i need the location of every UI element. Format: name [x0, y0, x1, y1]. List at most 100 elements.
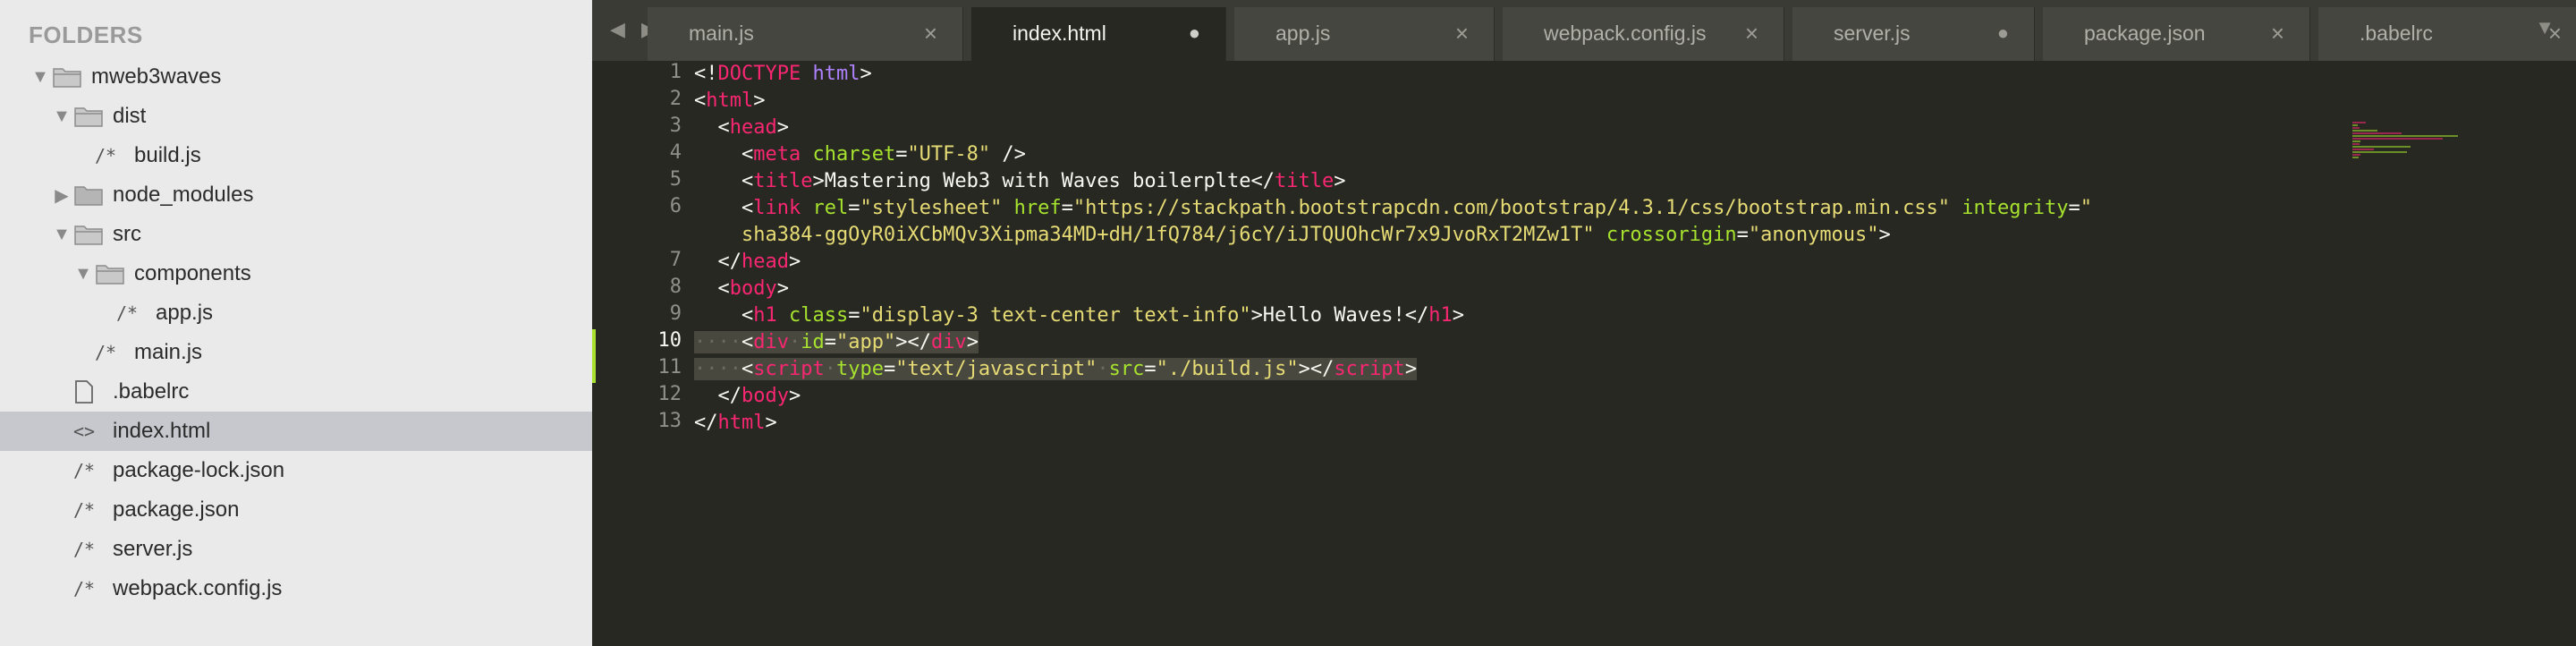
- tab-label: webpack.config.js: [1544, 21, 1707, 45]
- disclosure-expanded-icon[interactable]: ▼: [29, 67, 52, 88]
- disclosure-collapsed-icon[interactable]: ▶: [50, 184, 73, 207]
- tab[interactable]: index.html ●: [971, 7, 1226, 61]
- code-token: "display-3 text-center text-info": [860, 304, 1251, 327]
- tab-label: main.js: [689, 21, 754, 45]
- file-tree-item[interactable]: /* package.json: [0, 490, 592, 530]
- js-file-glyph: /*: [116, 302, 139, 324]
- js-file-icon: /*: [95, 340, 129, 365]
- code-token: <: [694, 170, 754, 192]
- minimap[interactable]: [2345, 122, 2488, 175]
- code-line-text: </body>: [694, 385, 801, 407]
- disclosure-expanded-icon[interactable]: ▼: [50, 225, 73, 245]
- code-token: body: [729, 277, 777, 300]
- close-tab-icon[interactable]: ×: [2271, 20, 2284, 47]
- tab-label: app.js: [1275, 21, 1331, 45]
- code-token: meta: [753, 143, 801, 166]
- code-token: ····: [694, 358, 741, 380]
- tab[interactable]: main.js ×: [648, 7, 963, 61]
- file-tree-item[interactable]: ▼ mweb3waves: [0, 57, 592, 97]
- code-line-text: <head>: [694, 116, 789, 139]
- tab[interactable]: server.js ●: [1792, 7, 2035, 61]
- file-tree-item-label: node_modules: [113, 183, 254, 207]
- disclosure-expanded-icon[interactable]: ▼: [72, 264, 95, 285]
- file-tree-item-label: server.js: [113, 537, 193, 561]
- line-number: 7: [669, 249, 682, 271]
- unsaved-dot-icon[interactable]: ●: [1997, 21, 2009, 45]
- minimap-line: [2352, 143, 2360, 145]
- tab[interactable]: app.js ×: [1234, 7, 1495, 61]
- code-line[interactable]: ····<div·id="app"></div>: [694, 329, 979, 356]
- file-tree-item[interactable]: /* app.js: [0, 293, 592, 333]
- sidebar-title: FOLDERS: [29, 21, 143, 48]
- code-line[interactable]: </body>: [694, 383, 801, 410]
- code-line[interactable]: <html>: [694, 88, 765, 115]
- tab-overflow-icon[interactable]: ▼: [2535, 16, 2555, 39]
- close-tab-icon[interactable]: ×: [924, 20, 937, 47]
- sidebar: FOLDERS ▼ mweb3waves ▼ dist /* build.js ▶ node_…: [0, 0, 592, 646]
- code-text[interactable]: <!DOCTYPE html> <html> <head> <meta chars…: [694, 61, 2576, 646]
- code-token: >Mastering Web3 with Waves boilerplte</: [812, 170, 1275, 192]
- code-line[interactable]: <link rel="stylesheet" href="https://sta…: [694, 195, 2092, 222]
- code-token: >: [1334, 170, 1346, 192]
- code-token: >Hello Waves!</: [1250, 304, 1429, 327]
- code-line[interactable]: <head>: [694, 115, 789, 141]
- nav-back-icon[interactable]: ◀: [610, 18, 631, 40]
- code-token: div: [753, 331, 789, 353]
- file-tree-item[interactable]: .babelrc: [0, 372, 592, 412]
- code-token: >: [860, 63, 872, 85]
- code-line[interactable]: </head>: [694, 249, 801, 276]
- js-file-glyph: /*: [73, 578, 96, 599]
- tab-label: index.html: [1013, 21, 1106, 45]
- js-file-icon: /*: [73, 576, 107, 601]
- js-file-icon: /*: [73, 497, 107, 523]
- file-tree-item[interactable]: /* build.js: [0, 136, 592, 175]
- code-token: <: [694, 116, 730, 139]
- code-token: html: [717, 412, 766, 434]
- unsaved-dot-icon[interactable]: ●: [1189, 21, 1200, 45]
- file-tree-item[interactable]: /* webpack.config.js: [0, 569, 592, 608]
- code-token: <!: [694, 63, 718, 85]
- code-line[interactable]: <title>Mastering Web3 with Waves boilerp…: [694, 168, 1346, 195]
- file-tree-item[interactable]: /* package-lock.json: [0, 451, 592, 490]
- code-area[interactable]: 1 2 3 4 5 6 7 8 9 10 11 12 13 <!DOCTYPE html> <html> …: [592, 61, 2576, 646]
- code-token: <: [694, 89, 707, 112]
- code-token: script: [753, 358, 825, 380]
- tab[interactable]: webpack.config.js ×: [1503, 7, 1784, 61]
- code-token: integrity: [1962, 197, 2069, 219]
- close-tab-icon[interactable]: ×: [1455, 20, 1469, 47]
- code-line[interactable]: sha384-ggOyR0iXCbMQv3Xipma34MD+dH/1fQ784…: [694, 222, 1891, 249]
- code-token: ></: [895, 331, 931, 353]
- code-token: href: [1013, 197, 1062, 219]
- file-tree-item[interactable]: ▼ dist: [0, 97, 592, 136]
- editor-pane: ◀ ▶ main.js×index.html●app.js×webpack.co…: [592, 0, 2576, 646]
- file-tree-item-label: src: [113, 222, 141, 246]
- file-tree-item[interactable]: ▼ src: [0, 215, 592, 254]
- file-tree-item-label: components: [134, 261, 251, 285]
- file-tree-item-label: webpack.config.js: [113, 576, 283, 600]
- code-line[interactable]: </html>: [694, 410, 777, 437]
- close-tab-icon[interactable]: ×: [1745, 20, 1758, 47]
- file-tree-item[interactable]: <> index.html: [0, 412, 592, 451]
- file-tree-item[interactable]: /* server.js: [0, 530, 592, 569]
- code-token: h1: [753, 304, 777, 327]
- file-tree-item[interactable]: ▶ node_modules: [0, 175, 592, 215]
- code-token: =: [1144, 358, 1157, 380]
- code-line[interactable]: <body>: [694, 276, 789, 302]
- line-number: 12: [657, 383, 682, 405]
- file-tree-item[interactable]: ▼ components: [0, 254, 592, 293]
- code-line[interactable]: <h1 class="display-3 text-center text-in…: [694, 302, 1464, 329]
- tab[interactable]: package.json ×: [2043, 7, 2310, 61]
- disclosure-expanded-icon[interactable]: ▼: [50, 106, 73, 127]
- code-line[interactable]: ····<script·type="text/javascript"·src="…: [694, 356, 1418, 383]
- code-line[interactable]: <!DOCTYPE html>: [694, 61, 872, 88]
- file-tree-item[interactable]: /* main.js: [0, 333, 592, 372]
- line-number: 1: [669, 61, 682, 83]
- minimap-line: [2352, 127, 2360, 129]
- line-number: 8: [669, 276, 682, 298]
- code-token: </: [694, 251, 741, 273]
- html-file-glyph: <>: [73, 421, 96, 442]
- code-line[interactable]: <meta charset="UTF-8" />: [694, 141, 1026, 168]
- code-token: class: [788, 304, 849, 327]
